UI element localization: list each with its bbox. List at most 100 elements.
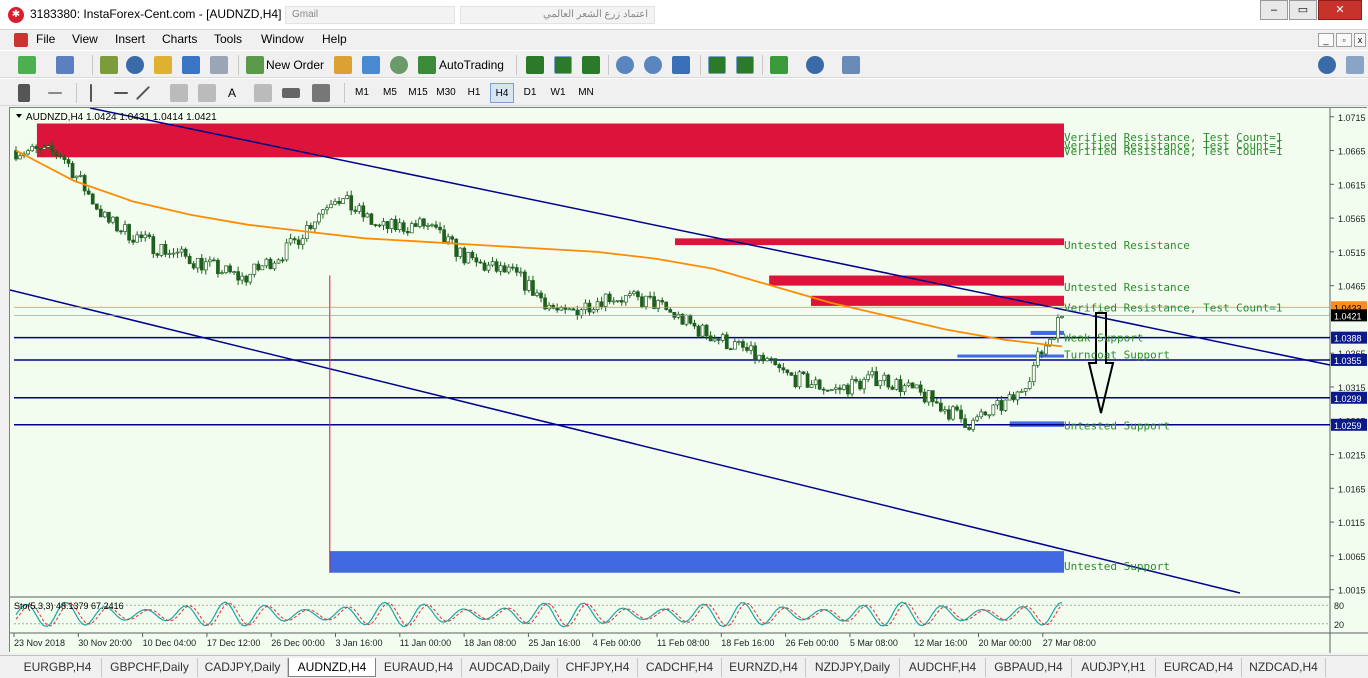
candle: [640, 296, 644, 307]
crosshair-icon[interactable]: [48, 92, 62, 94]
data-window-icon[interactable]: [154, 56, 172, 74]
timeframe-m5[interactable]: M5: [378, 83, 402, 103]
symbol-tab[interactable]: GBPAUD,H4: [986, 658, 1072, 677]
candle: [494, 261, 499, 272]
candle: [498, 265, 503, 272]
autotrading-button[interactable]: AutoTrading: [439, 55, 504, 75]
mdi-restore-button[interactable]: ▫: [1336, 33, 1352, 47]
symbol-tab[interactable]: NZDCAD,H4: [1242, 658, 1326, 677]
symbol-tab[interactable]: AUDCAD,Daily: [462, 658, 558, 677]
candle: [34, 146, 39, 149]
channel-icon[interactable]: [198, 84, 216, 102]
price-chart[interactable]: Verified Resistance, Test Count=1 Verifie…: [10, 108, 1368, 653]
timeframe-w1[interactable]: W1: [546, 83, 570, 103]
bar-chart-icon[interactable]: [526, 56, 544, 74]
trendline-icon[interactable]: [135, 85, 151, 101]
new-order-icon[interactable]: [246, 56, 264, 74]
rectangle-icon[interactable]: [282, 88, 300, 98]
menu-insert[interactable]: Insert: [115, 32, 145, 46]
chart-window-icon[interactable]: [14, 33, 28, 47]
profiles-icon[interactable]: [56, 56, 74, 74]
candle: [296, 239, 301, 245]
maximize-button[interactable]: ▭: [1289, 0, 1317, 20]
strategy-tester-icon[interactable]: [210, 56, 228, 74]
mdi-minimize-button[interactable]: _: [1318, 33, 1334, 47]
indicators-icon[interactable]: [770, 56, 788, 74]
symbol-tab[interactable]: EURCAD,H4: [1156, 658, 1242, 677]
candlestick-chart-icon[interactable]: [554, 56, 572, 74]
signals-icon[interactable]: [390, 56, 408, 74]
timeframe-m30[interactable]: M30: [434, 83, 458, 103]
horizontal-line-icon[interactable]: [114, 92, 128, 94]
timeframe-m1[interactable]: M1: [350, 83, 374, 103]
timeframe-mn[interactable]: MN: [574, 83, 598, 103]
metaeditor-icon[interactable]: [334, 56, 352, 74]
candle: [535, 292, 539, 296]
timeframe-d1[interactable]: D1: [518, 83, 542, 103]
symbol-tab[interactable]: AUDCHF,H4: [900, 658, 986, 677]
symbol-tab[interactable]: GBPCHF,Daily: [102, 658, 198, 677]
candle: [737, 341, 741, 343]
fibonacci-icon[interactable]: [170, 84, 188, 102]
chart-window[interactable]: Verified Resistance, Test Count=1 Verifie…: [9, 107, 1368, 653]
candle: [660, 300, 665, 303]
zoom-in-icon[interactable]: [616, 56, 634, 74]
candle: [890, 386, 895, 390]
symbol-tab[interactable]: EURAUD,H4: [376, 658, 462, 677]
chart-shift-icon[interactable]: [736, 56, 754, 74]
search-icon[interactable]: [1318, 56, 1336, 74]
terminal-icon[interactable]: [182, 56, 200, 74]
menu-window[interactable]: Window: [261, 32, 304, 46]
minimize-button[interactable]: ‒: [1260, 0, 1288, 20]
menu-help[interactable]: Help: [322, 32, 347, 46]
symbol-tab[interactable]: AUDJPY,H1: [1072, 658, 1156, 677]
new-order-button[interactable]: New Order: [266, 55, 324, 75]
menu-file[interactable]: File: [36, 32, 55, 46]
symbol-tab[interactable]: EURGBP,H4: [14, 658, 102, 677]
menu-tools[interactable]: Tools: [214, 32, 242, 46]
community-icon[interactable]: [1346, 56, 1364, 74]
candle: [551, 304, 555, 309]
candle: [991, 404, 996, 416]
arrows-icon[interactable]: [312, 84, 330, 102]
symbol-tab[interactable]: CADCHF,H4: [638, 658, 722, 677]
timeframe-h4[interactable]: H4: [490, 83, 514, 103]
timeframe-m15[interactable]: M15: [406, 83, 430, 103]
cursor-icon[interactable]: [18, 84, 30, 102]
text-tool-button[interactable]: A: [228, 83, 236, 103]
candle: [692, 322, 697, 327]
symbol-tab[interactable]: EURNZD,H4: [722, 658, 806, 677]
candle: [599, 301, 604, 307]
chat-icon[interactable]: [362, 56, 380, 74]
candle: [159, 244, 164, 256]
candle: [720, 334, 725, 341]
zoom-out-icon[interactable]: [644, 56, 662, 74]
symbol-tab[interactable]: AUDNZD,H4: [288, 658, 376, 677]
menu-charts[interactable]: Charts: [162, 32, 197, 46]
navigator-icon[interactable]: [126, 56, 144, 74]
market-watch-icon[interactable]: [100, 56, 118, 74]
line-chart-icon[interactable]: [582, 56, 600, 74]
candle: [212, 259, 216, 262]
periods-icon[interactable]: [806, 56, 824, 74]
mdi-close-button[interactable]: x: [1354, 33, 1366, 47]
vertical-line-icon[interactable]: [90, 84, 92, 102]
candle: [30, 146, 35, 152]
auto-scroll-icon[interactable]: [708, 56, 726, 74]
templates-icon[interactable]: [842, 56, 860, 74]
close-button[interactable]: ✕: [1318, 0, 1362, 20]
candle: [628, 293, 632, 296]
new-chart-icon[interactable]: [18, 56, 36, 74]
autotrading-icon[interactable]: [418, 56, 436, 74]
sr-zone: [810, 295, 1064, 306]
symbol-tab[interactable]: CADJPY,Daily: [198, 658, 288, 677]
symbol-tab[interactable]: NZDJPY,Daily: [806, 658, 900, 677]
tile-windows-icon[interactable]: [672, 56, 690, 74]
background-browser-tab: Gmail: [285, 6, 455, 24]
timeframe-h1[interactable]: H1: [462, 83, 486, 103]
price-tick-label: 1.0165: [1338, 484, 1366, 494]
symbol-tab[interactable]: CHFJPY,H4: [558, 658, 638, 677]
menu-view[interactable]: View: [72, 32, 98, 46]
text-label-icon[interactable]: [254, 84, 272, 102]
time-tick-label: 23 Nov 2018: [14, 638, 65, 648]
